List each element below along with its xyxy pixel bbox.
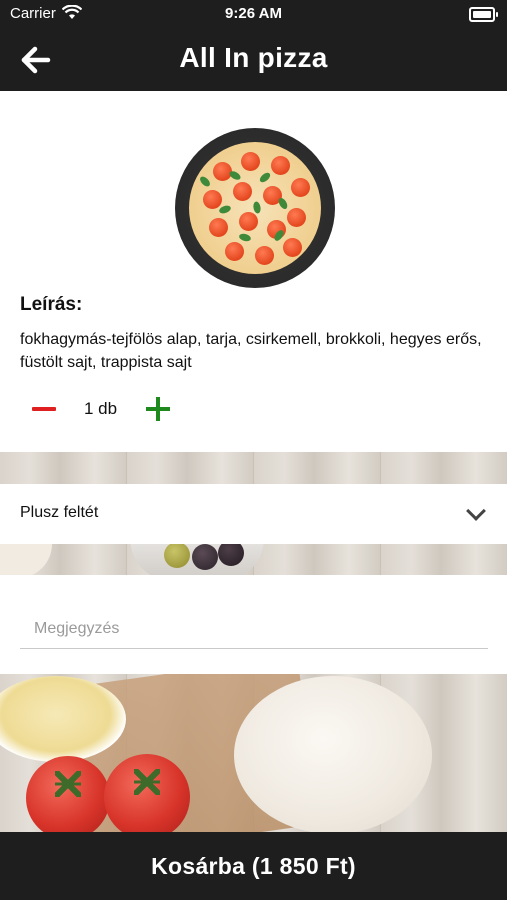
chevron-down-icon [466,501,486,521]
increase-quantity-button[interactable] [146,397,170,421]
add-to-cart-button[interactable]: Kosárba (1 850 Ft) [0,832,507,900]
description-text: fokhagymás-tejfölös alap, tarja, csirkem… [20,331,482,371]
product-card: Leírás: fokhagymás-tejfölös alap, tarja,… [0,91,507,452]
pizza-image [175,128,335,288]
clock: 9:26 AM [225,5,282,22]
nav-header: All In pizza [0,28,507,91]
decrease-quantity-button[interactable] [24,393,64,425]
minus-icon [32,407,56,411]
background-tomato [26,756,110,840]
quantity-stepper: 1 db [20,391,220,427]
background-dough [234,676,432,834]
description-title: Leírás: [20,294,83,315]
battery-icon [469,7,498,22]
quantity-value: 1 db [84,399,118,418]
background-tomato [104,754,190,840]
page-title: All In pizza [179,42,328,73]
status-bar: Carrier 9:26 AM [0,0,507,28]
extra-toppings-dropdown[interactable]: Plusz feltét [0,484,507,544]
extra-toppings-label: Plusz feltét [20,504,99,521]
note-card [0,575,507,674]
note-input[interactable] [20,609,488,649]
